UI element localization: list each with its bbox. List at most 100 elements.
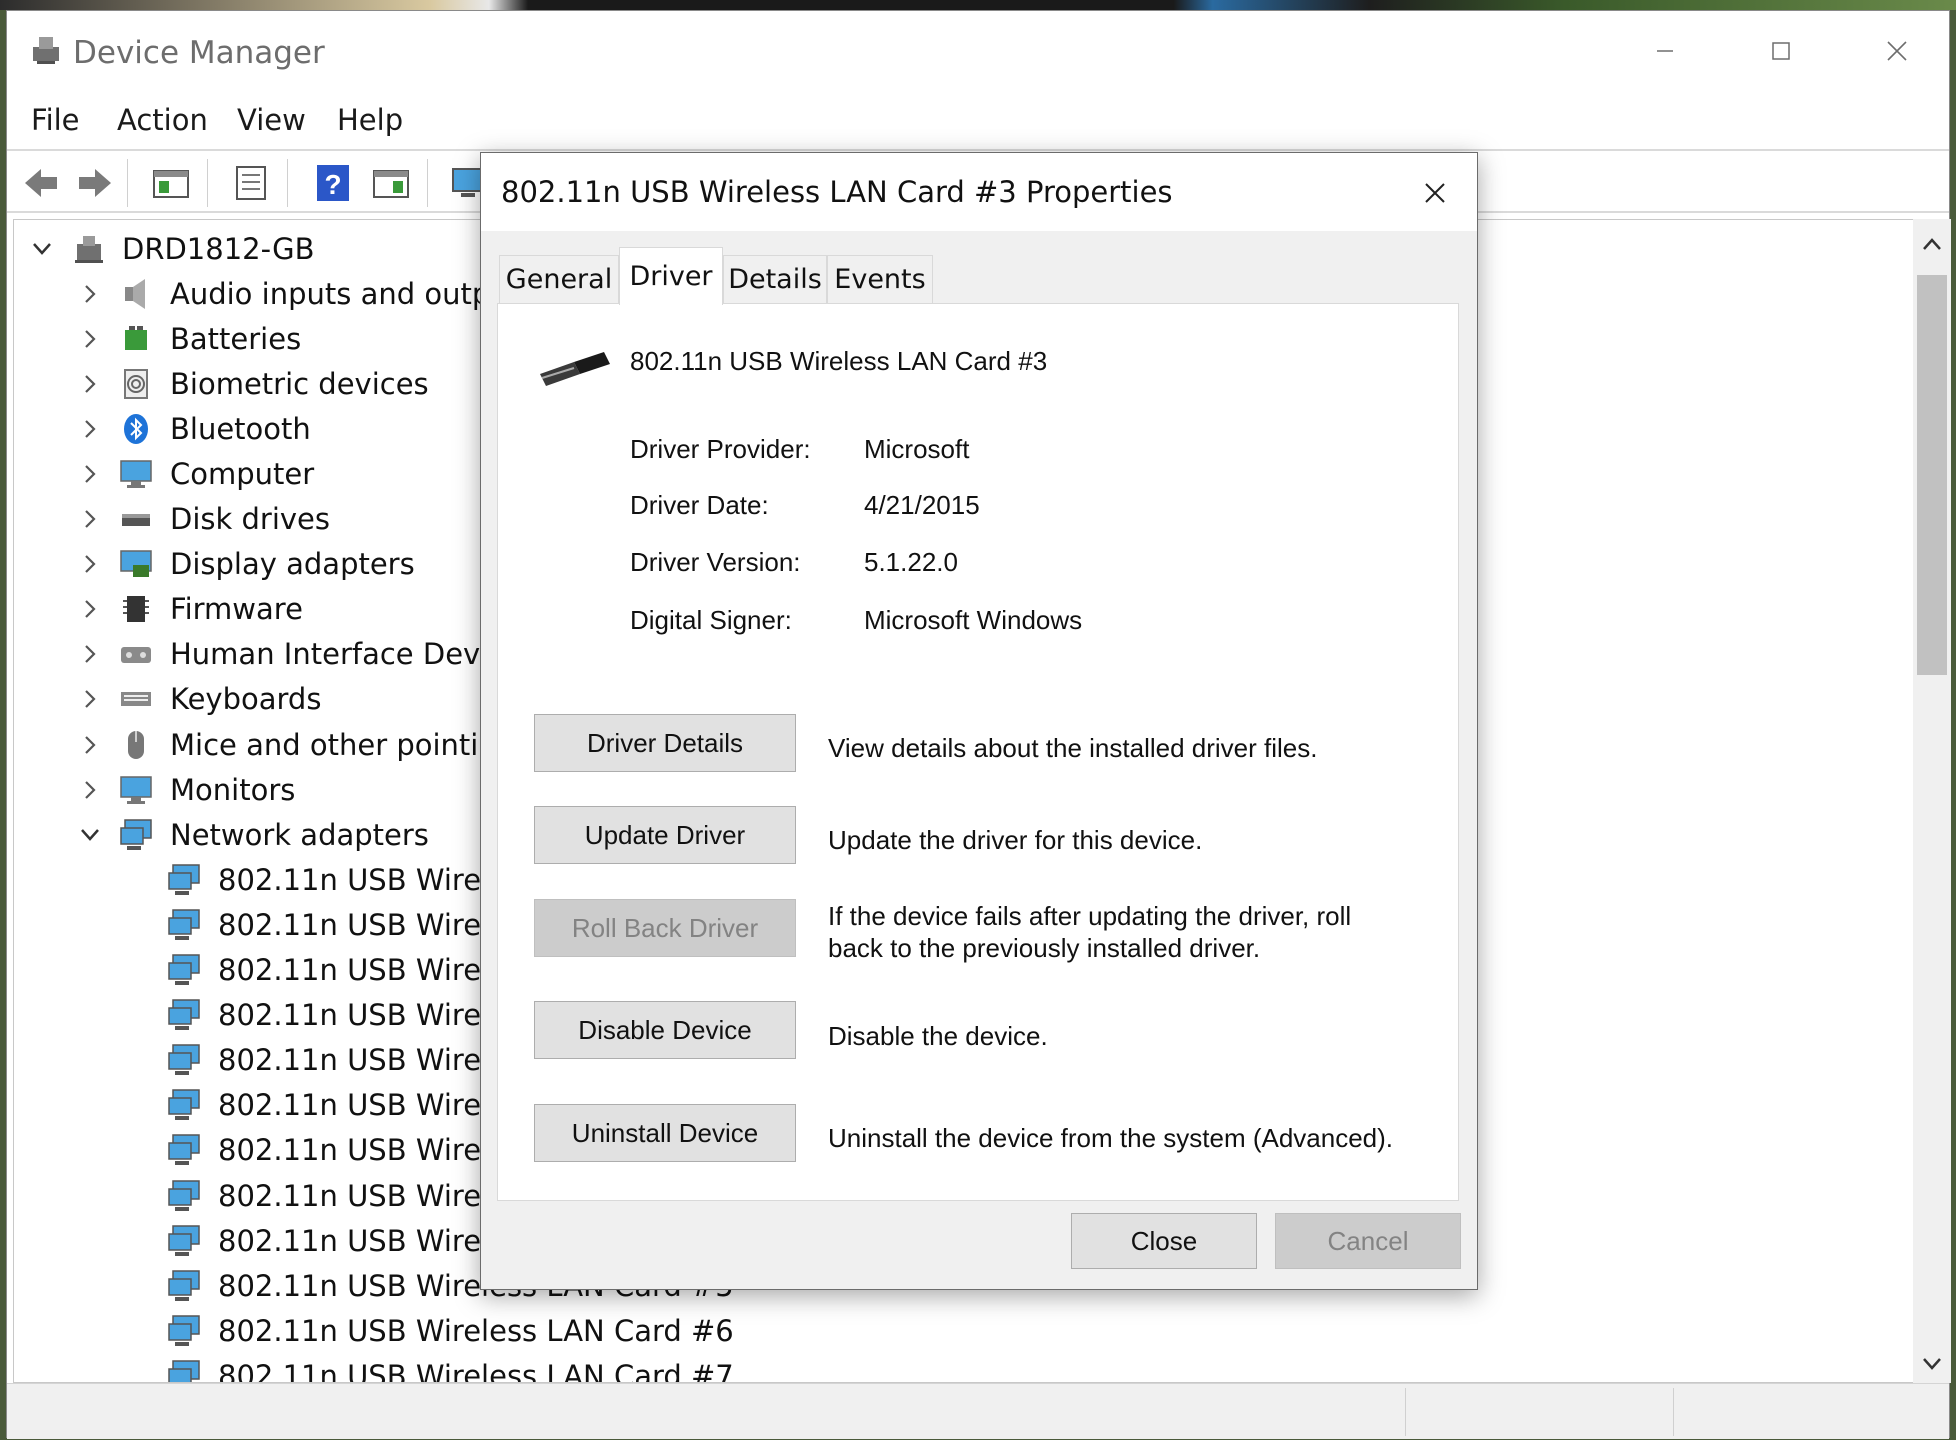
chevron-down-icon[interactable]	[76, 812, 104, 857]
tree-category-label: Bluetooth	[170, 411, 311, 446]
vertical-scrollbar[interactable]	[1913, 219, 1951, 1383]
tree-category-label: Firmware	[170, 592, 303, 627]
properties-button[interactable]	[229, 161, 273, 205]
tree-category[interactable]: Biometric devices	[76, 361, 429, 406]
chevron-right-icon[interactable]	[76, 587, 104, 632]
bluetooth-icon	[116, 409, 156, 449]
network-adapter-icon	[116, 815, 156, 855]
battery-icon	[116, 319, 156, 359]
tree-category[interactable]: Bluetooth	[76, 406, 311, 451]
back-arrow-icon	[25, 169, 57, 197]
network-adapter-icon	[164, 1176, 204, 1216]
chevron-right-icon[interactable]	[76, 451, 104, 496]
tree-category[interactable]: Audio inputs and outputs	[76, 271, 535, 316]
chevron-right-icon[interactable]	[76, 361, 104, 406]
help-icon: ?	[317, 165, 349, 201]
tree-category[interactable]: Monitors	[76, 767, 295, 812]
driver-details-button[interactable]: Driver Details	[534, 714, 796, 772]
action-pane-button[interactable]	[369, 161, 413, 205]
tree-category-label: Biometric devices	[170, 366, 429, 401]
tab-general[interactable]: General	[499, 255, 619, 303]
tab-driver[interactable]: Driver	[619, 247, 723, 305]
show-hide-console-tree-button[interactable]	[149, 161, 193, 205]
menu-view[interactable]: View	[237, 103, 306, 137]
chevron-down-icon[interactable]	[28, 226, 56, 271]
tree-category[interactable]: Keyboards	[76, 677, 321, 722]
tab-details[interactable]: Details	[723, 255, 827, 303]
tree-category[interactable]: Computer	[76, 451, 314, 496]
driver-tab-panel: 802.11n USB Wireless LAN Card #3 Driver …	[497, 303, 1459, 1201]
chevron-right-icon[interactable]	[76, 767, 104, 812]
uninstall-device-button[interactable]: Uninstall Device	[534, 1104, 796, 1162]
mouse-icon	[116, 725, 156, 765]
scroll-down-arrow-icon[interactable]	[1913, 1349, 1951, 1379]
dialog-title: 802.11n USB Wireless LAN Card #3 Propert…	[501, 175, 1173, 209]
scrollbar-thumb[interactable]	[1917, 275, 1947, 675]
driver-version-label: Driver Version:	[630, 547, 801, 577]
properties-dialog: 802.11n USB Wireless LAN Card #3 Propert…	[480, 152, 1478, 1290]
network-adapter-item[interactable]: 802.11n USB Wireless LAN Card #7	[164, 1353, 734, 1382]
forward-button[interactable]	[73, 161, 117, 205]
tree-category[interactable]: Display adapters	[76, 542, 415, 587]
chevron-right-icon[interactable]	[76, 497, 104, 542]
tree-category-label: Monitors	[170, 772, 296, 807]
tree-category[interactable]: Human Interface Devices	[76, 632, 537, 677]
scroll-up-arrow-icon[interactable]	[1913, 229, 1951, 259]
chevron-right-icon[interactable]	[76, 632, 104, 677]
tree-category-label: Keyboards	[170, 682, 322, 717]
menu-help[interactable]: Help	[337, 103, 403, 137]
cancel-button[interactable]: Cancel	[1275, 1213, 1461, 1269]
update-driver-description: Update the driver for this device.	[828, 825, 1203, 855]
display-adapter-icon	[116, 544, 156, 584]
network-adapter-icon	[164, 860, 204, 900]
network-adapter-icon	[164, 1040, 204, 1080]
menu-file[interactable]: File	[31, 103, 80, 137]
network-adapter-icon	[164, 1130, 204, 1170]
console-tree-icon	[153, 170, 189, 198]
tree-category[interactable]: Disk drives	[76, 497, 330, 542]
network-adapter-label: 802.11n USB Wireless LAN Card #6	[218, 1313, 734, 1348]
maximize-button[interactable]	[1723, 11, 1839, 91]
title-bar: Device Manager	[7, 11, 1949, 91]
network-adapter-icon	[164, 1311, 204, 1351]
tree-category[interactable]: Batteries	[76, 316, 301, 361]
dialog-title-bar: 802.11n USB Wireless LAN Card #3 Propert…	[481, 153, 1477, 231]
network-adapter-item[interactable]: 802.11n USB Wireless LAN Card #6	[164, 1308, 734, 1353]
update-driver-button[interactable]: Update Driver	[534, 806, 796, 864]
help-button[interactable]: ?	[311, 161, 355, 205]
tab-events[interactable]: Events	[827, 255, 933, 303]
device-manager-icon	[33, 37, 59, 64]
network-adapter-icon	[164, 950, 204, 990]
disable-device-button[interactable]: Disable Device	[534, 1001, 796, 1059]
chevron-right-icon[interactable]	[76, 271, 104, 316]
device-name: 802.11n USB Wireless LAN Card #3	[630, 346, 1048, 376]
chevron-right-icon[interactable]	[76, 677, 104, 722]
back-button[interactable]	[19, 161, 63, 205]
speaker-icon	[116, 274, 156, 314]
uninstall-device-description: Uninstall the device from the system (Ad…	[828, 1123, 1394, 1153]
tree-root[interactable]: DRD1812-GB	[28, 226, 315, 271]
chevron-right-icon[interactable]	[76, 542, 104, 587]
disable-device-description: Disable the device.	[828, 1021, 1048, 1051]
chevron-right-icon[interactable]	[76, 406, 104, 451]
minimize-button[interactable]	[1607, 11, 1723, 91]
roll-back-driver-button[interactable]: Roll Back Driver	[534, 899, 796, 957]
tree-category-label: Batteries	[170, 321, 302, 356]
tree-category[interactable]: Network adapters	[76, 812, 429, 857]
properties-icon	[236, 166, 266, 200]
monitor-icon	[116, 770, 156, 810]
tree-category[interactable]: Firmware	[76, 587, 303, 632]
digital-signer-value: Microsoft Windows	[864, 605, 1083, 635]
dialog-close-button[interactable]	[1413, 171, 1457, 215]
close-window-button[interactable]	[1839, 11, 1955, 91]
driver-provider-label: Driver Provider:	[630, 434, 811, 464]
chevron-right-icon[interactable]	[76, 722, 104, 767]
chevron-right-icon[interactable]	[76, 316, 104, 361]
tree-category-label: Display adapters	[170, 547, 415, 582]
network-adapter-icon	[164, 995, 204, 1035]
close-button[interactable]: Close	[1071, 1213, 1257, 1269]
close-icon	[1425, 183, 1445, 203]
desktop-background	[0, 0, 1956, 10]
menu-action[interactable]: Action	[117, 103, 208, 137]
driver-date-value: 4/21/2015	[864, 490, 980, 520]
